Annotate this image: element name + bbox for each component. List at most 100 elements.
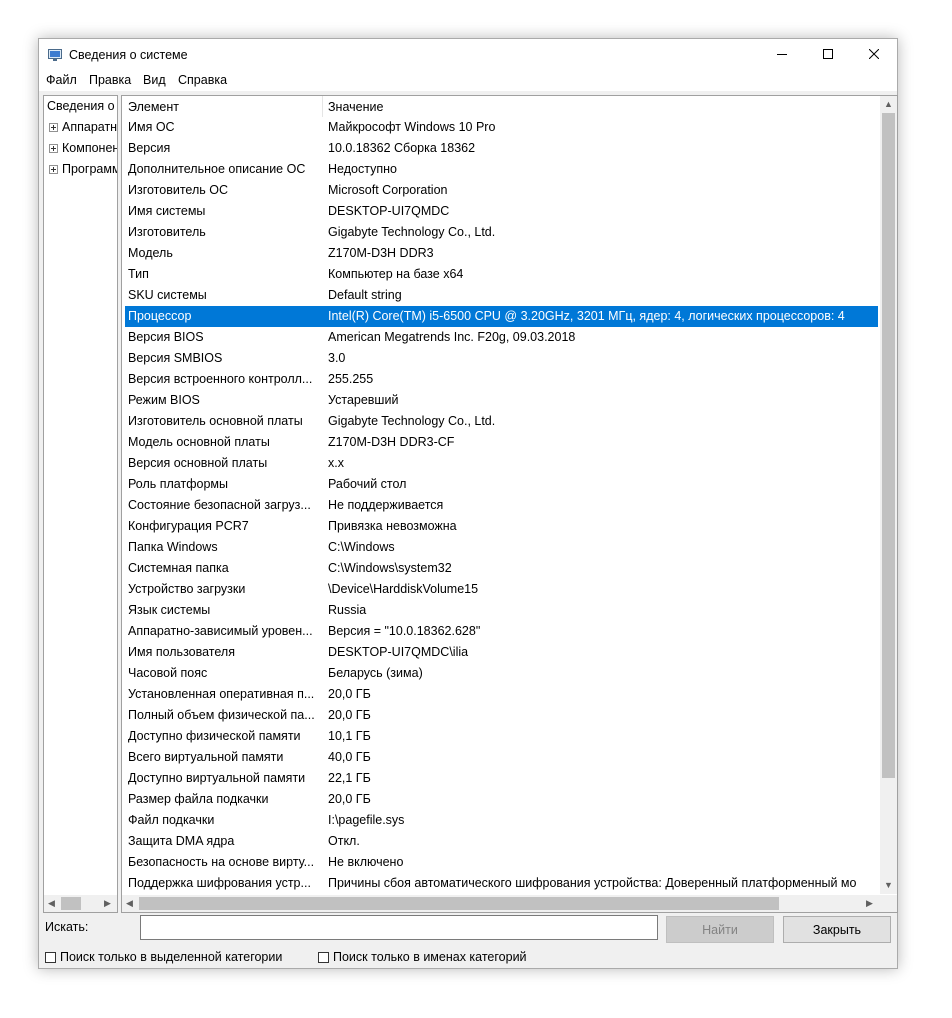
- table-row[interactable]: Файл подкачки I:\pagefile.sys: [125, 810, 878, 831]
- scrollbar-thumb[interactable]: [139, 897, 779, 910]
- row-element-value: 10.0.18362 Сборка 18362: [328, 141, 476, 155]
- table-row[interactable]: Дополнительное описание ОС Недоступно: [125, 159, 878, 180]
- row-element-value: C:\Windows: [328, 540, 395, 554]
- table-row[interactable]: Конфигурация PCR7 Привязка невозможна: [125, 516, 878, 537]
- table-row[interactable]: Полный объем физической па... 20,0 ГБ: [125, 705, 878, 726]
- vertical-scrollbar[interactable]: ▲ ▼: [880, 96, 897, 894]
- table-row-selected[interactable]: Процессор Intel(R) Core(TM) i5-6500 CPU @…: [125, 306, 878, 327]
- search-selected-category-checkbox[interactable]: Поиск только в выделенной категории: [45, 950, 282, 964]
- table-row[interactable]: Язык системы Russia: [125, 600, 878, 621]
- table-row[interactable]: Роль платформы Рабочий стол: [125, 474, 878, 495]
- search-input[interactable]: [140, 915, 658, 940]
- menu-view[interactable]: Вид: [143, 73, 166, 87]
- checkbox-label: Поиск только в именах категорий: [333, 950, 527, 964]
- scrollbar-thumb[interactable]: [882, 113, 895, 778]
- table-row[interactable]: Имя ОС Майкрософт Windows 10 Pro: [125, 117, 878, 138]
- table-row[interactable]: Версия BIOS American Megatrends Inc. F20g…: [125, 327, 878, 348]
- row-element-name: Состояние безопасной загруз...: [128, 498, 311, 512]
- expand-icon[interactable]: [49, 123, 58, 133]
- row-element-name: Часовой пояс: [128, 666, 208, 680]
- row-element-name: Установленная оперативная п...: [128, 687, 315, 701]
- table-row[interactable]: Имя пользователя DESKTOP-UI7QMDC\ilia: [125, 642, 878, 663]
- category-tree[interactable]: Сведения о системе Аппаратные ресурсы Ко…: [43, 95, 118, 913]
- close-window-button[interactable]: [851, 39, 897, 69]
- table-row[interactable]: Часовой пояс Беларусь (зима): [125, 663, 878, 684]
- row-element-value: Russia: [328, 603, 367, 617]
- find-button[interactable]: Найти: [666, 916, 774, 943]
- table-row[interactable]: Аппаратно-зависимый уровен... Версия = "1…: [125, 621, 878, 642]
- row-element-value: C:\Windows\system32: [328, 561, 452, 575]
- row-element-name: Защита DMA ядра: [128, 834, 235, 848]
- scroll-up-icon[interactable]: ▲: [884, 99, 893, 109]
- tree-item-software[interactable]: Программная среда: [49, 162, 117, 176]
- row-element-value: I:\pagefile.sys: [328, 813, 405, 827]
- table-row[interactable]: Модель Z170M-D3H DDR3: [125, 243, 878, 264]
- row-element-name: Язык системы: [128, 603, 211, 617]
- menu-file[interactable]: Файл: [46, 73, 77, 87]
- search-category-names-checkbox[interactable]: Поиск только в именах категорий: [318, 950, 527, 964]
- row-element-value: Недоступно: [328, 162, 397, 176]
- row-element-value: 3.0: [328, 351, 346, 365]
- table-row[interactable]: Режим BIOS Устаревший: [125, 390, 878, 411]
- column-header-value[interactable]: Значение: [328, 100, 383, 114]
- table-row[interactable]: Версия 10.0.18362 Сборка 18362: [125, 138, 878, 159]
- tree-horizontal-scrollbar[interactable]: ◀ ▶: [44, 895, 117, 912]
- table-row[interactable]: SKU системы Default string: [125, 285, 878, 306]
- horizontal-scrollbar[interactable]: ◀ ▶: [122, 895, 880, 912]
- table-row[interactable]: Доступно физической памяти 10,1 ГБ: [125, 726, 878, 747]
- details-list[interactable]: Элемент Значение Имя ОС Майкрософт Window…: [121, 95, 898, 913]
- table-row[interactable]: Тип Компьютер на базе x64: [125, 264, 878, 285]
- title-bar[interactable]: Сведения о системе: [39, 39, 897, 71]
- table-row[interactable]: Имя системы DESKTOP-UI7QMDC: [125, 201, 878, 222]
- row-element-name: Имя системы: [128, 204, 206, 218]
- maximize-button[interactable]: [805, 39, 851, 69]
- row-element-name: Версия: [128, 141, 171, 155]
- row-element-value: DESKTOP-UI7QMDC: [328, 204, 450, 218]
- scroll-right-icon[interactable]: ▶: [104, 898, 111, 909]
- table-row[interactable]: Размер файла подкачки 20,0 ГБ: [125, 789, 878, 810]
- table-row[interactable]: Доступно виртуальной памяти 22,1 ГБ: [125, 768, 878, 789]
- checkbox-box[interactable]: [45, 951, 56, 963]
- scroll-down-icon[interactable]: ▼: [884, 880, 893, 890]
- menu-help[interactable]: Справка: [178, 73, 227, 87]
- scroll-left-icon[interactable]: ◀: [126, 898, 133, 909]
- minimize-button[interactable]: [759, 39, 805, 69]
- scroll-right-icon[interactable]: ▶: [866, 898, 873, 909]
- table-row[interactable]: Всего виртуальной памяти 40,0 ГБ: [125, 747, 878, 768]
- checkbox-box[interactable]: [318, 951, 329, 963]
- menu-edit[interactable]: Правка: [89, 73, 131, 87]
- table-row[interactable]: Версия встроенного контролл... 255.255: [125, 369, 878, 390]
- close-button[interactable]: Закрыть: [783, 916, 891, 943]
- table-row[interactable]: Версия SMBIOS 3.0: [125, 348, 878, 369]
- table-row[interactable]: Установленная оперативная п... 20,0 ГБ: [125, 684, 878, 705]
- row-element-value: Z170M-D3H DDR3-CF: [328, 435, 455, 449]
- expand-icon[interactable]: [49, 144, 58, 154]
- row-element-value: Не включено: [328, 855, 404, 869]
- expand-icon[interactable]: [49, 165, 58, 175]
- table-row[interactable]: Защита DMA ядра Откл.: [125, 831, 878, 852]
- scroll-left-icon[interactable]: ◀: [48, 898, 55, 909]
- tree-root-item[interactable]: Сведения о системе: [47, 99, 117, 113]
- row-element-name: Дополнительное описание ОС: [128, 162, 306, 176]
- tree-item-components[interactable]: Компоненты: [49, 141, 117, 155]
- table-row[interactable]: Изготовитель основной платы Gigabyte Tech…: [125, 411, 878, 432]
- table-row[interactable]: Системная папка C:\Windows\system32: [125, 558, 878, 579]
- row-element-name: Размер файла подкачки: [128, 792, 269, 806]
- row-element-value: Gigabyte Technology Co., Ltd.: [328, 414, 496, 428]
- table-row[interactable]: Изготовитель Gigabyte Technology Co., Ltd…: [125, 222, 878, 243]
- table-row[interactable]: Безопасность на основе вирту... Не включе…: [125, 852, 878, 873]
- table-row[interactable]: Модель основной платы Z170M-D3H DDR3-CF: [125, 432, 878, 453]
- system-info-app-icon: [48, 49, 62, 61]
- tree-item-label: Компоненты: [62, 141, 117, 155]
- table-row[interactable]: Папка Windows C:\Windows: [125, 537, 878, 558]
- table-row[interactable]: Версия основной платы x.x: [125, 453, 878, 474]
- scrollbar-thumb[interactable]: [61, 897, 81, 910]
- tree-item-hardware[interactable]: Аппаратные ресурсы: [49, 120, 117, 134]
- row-element-value: Gigabyte Technology Co., Ltd.: [328, 225, 496, 239]
- table-row[interactable]: Состояние безопасной загруз... Не поддерж…: [125, 495, 878, 516]
- column-divider[interactable]: [322, 96, 323, 117]
- column-header-element[interactable]: Элемент: [128, 100, 179, 114]
- table-row[interactable]: Устройство загрузки \Device\HarddiskVolum…: [125, 579, 878, 600]
- table-row[interactable]: Изготовитель ОС Microsoft Corporation: [125, 180, 878, 201]
- table-row[interactable]: Поддержка шифрования устр... Причины сбоя…: [125, 873, 878, 894]
